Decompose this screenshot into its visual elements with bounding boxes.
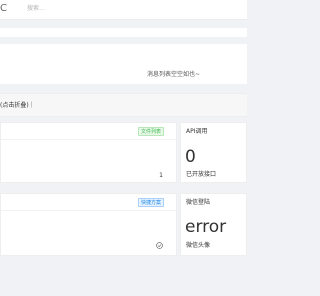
- quick-card: 快捷方案: [0, 193, 177, 256]
- api-card-title: API调用: [186, 128, 208, 135]
- search-input[interactable]: 搜索...: [27, 5, 45, 13]
- section-header-label[interactable]: (点击折叠)｜: [0, 102, 35, 110]
- section-header[interactable]: (点击折叠)｜: [0, 93, 247, 117]
- top-toolbar: C 搜索...: [0, 0, 247, 20]
- notice-empty-text: 消息列表空空如也~: [147, 71, 201, 78]
- files-count: 1: [159, 172, 163, 179]
- wechat-status: error: [185, 217, 227, 237]
- quick-card-header: 快捷方案: [1, 194, 176, 211]
- wechat-card-subtitle: 微信头像: [186, 242, 211, 249]
- files-badge[interactable]: 文件列表: [137, 127, 164, 136]
- api-card-subtitle: 已开放接口: [186, 171, 217, 178]
- notice-panel: 消息列表空空如也~: [0, 44, 247, 84]
- check-circle-icon: [156, 242, 163, 249]
- wechat-card: 微信登陆 error 微信头像: [180, 193, 247, 256]
- tab-strip: [0, 28, 247, 37]
- files-card-header: 文件列表: [1, 123, 176, 140]
- api-card: API调用 0 已开放接口: [180, 122, 247, 183]
- refresh-icon[interactable]: C: [0, 4, 7, 14]
- wechat-card-title: 微信登陆: [186, 199, 211, 206]
- files-card: 文件列表 1: [0, 122, 177, 183]
- api-call-count: 0: [185, 147, 196, 167]
- quick-badge[interactable]: 快捷方案: [137, 198, 164, 207]
